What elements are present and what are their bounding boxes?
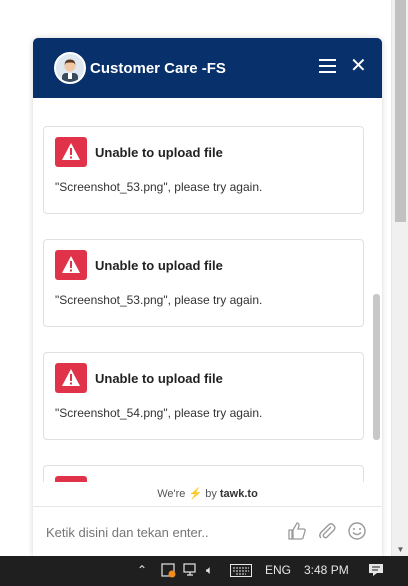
keyboard-icon[interactable] xyxy=(230,564,252,580)
composer xyxy=(33,506,382,556)
taskbar: ⌃ 🔈︎ ENG 3:48 PM xyxy=(0,556,408,586)
error-title: Unable to upload file xyxy=(95,145,223,160)
error-card-partial xyxy=(43,465,364,482)
page-scrollbar-thumb[interactable] xyxy=(395,0,406,222)
notifications-icon[interactable] xyxy=(368,562,384,581)
message-scrollbar[interactable] xyxy=(373,294,380,440)
volume-icon[interactable]: 🔈︎ xyxy=(206,563,213,578)
language-indicator[interactable]: ENG xyxy=(265,563,291,577)
message-input[interactable] xyxy=(46,521,276,543)
message-list[interactable]: Unable to upload file "Screenshot_53.png… xyxy=(33,98,382,482)
emoji-icon[interactable] xyxy=(347,521,367,541)
attachment-icon[interactable] xyxy=(317,521,337,541)
display-icon[interactable] xyxy=(183,562,199,581)
chat-title: Customer Care -FS xyxy=(90,60,226,77)
error-title: Unable to upload file xyxy=(95,258,223,273)
warning-icon xyxy=(55,250,87,280)
lightning-icon: ⚡ xyxy=(188,488,203,500)
page-scrollbar[interactable]: ▼ xyxy=(391,0,408,556)
warning-icon xyxy=(55,363,87,393)
powered-prefix: We're xyxy=(157,488,186,500)
chevron-up-icon[interactable]: ⌃ xyxy=(137,563,147,577)
error-message: "Screenshot_53.png", please try again. xyxy=(55,180,263,194)
close-icon[interactable]: ✕ xyxy=(350,56,367,76)
error-card: Unable to upload file "Screenshot_53.png… xyxy=(43,239,364,327)
clock[interactable]: 3:48 PM xyxy=(304,563,349,577)
network-status-icon[interactable] xyxy=(160,562,176,581)
chat-widget: Customer Care -FS ✕ Unable to upload fil… xyxy=(33,38,382,556)
error-message: "Screenshot_54.png", please try again. xyxy=(55,406,263,420)
tawk-brand[interactable]: tawk.to xyxy=(220,488,258,500)
error-message: "Screenshot_53.png", please try again. xyxy=(55,293,263,307)
error-card: Unable to upload file "Screenshot_53.png… xyxy=(43,126,364,214)
hamburger-menu-icon[interactable] xyxy=(319,59,336,75)
thumbs-up-icon[interactable] xyxy=(287,521,307,541)
error-title: Unable to upload file xyxy=(95,371,223,386)
chat-header: Customer Care -FS ✕ xyxy=(33,38,382,98)
agent-avatar xyxy=(54,52,86,84)
warning-icon xyxy=(55,137,87,167)
powered-by[interactable]: We're ⚡ by tawk.to xyxy=(33,482,382,506)
scroll-down-arrow-icon[interactable]: ▼ xyxy=(392,545,408,554)
error-card: Unable to upload file "Screenshot_54.png… xyxy=(43,352,364,440)
powered-middle: by xyxy=(205,488,217,500)
